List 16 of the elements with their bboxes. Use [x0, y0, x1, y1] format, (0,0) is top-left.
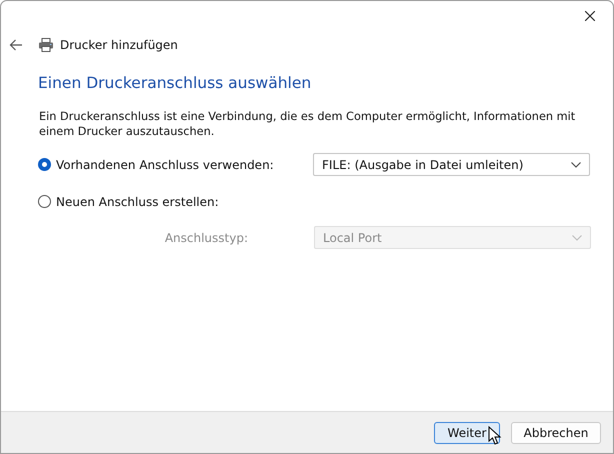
radio-option[interactable]: Vorhandenen Anschluss verwenden:	[38, 158, 313, 172]
dropdown[interactable]: FILE: (Ausgabe in Datei umleiten)	[313, 153, 590, 176]
mouse-pointer-icon	[488, 426, 502, 446]
printer-icon	[38, 37, 54, 53]
cancel-button[interactable]: Abbrechen	[511, 422, 601, 444]
next-button[interactable]: Weiter	[434, 422, 500, 444]
chevron-down-icon	[571, 162, 581, 168]
field-label: Anschlusstyp:	[164, 230, 249, 244]
radio-option[interactable]: Neuen Anschluss erstellen:	[38, 194, 313, 208]
back-arrow-icon	[8, 37, 24, 53]
page-heading: Einen Druckeranschluss auswählen	[38, 74, 312, 92]
back-button[interactable]	[8, 37, 24, 53]
chevron-down-icon	[572, 234, 582, 240]
description-text: Ein Druckeranschluss ist eine Verbindung, die es dem Computer ermöglicht, Informationen mit einem Drucker auszutauschen.	[39, 109, 576, 139]
close-icon	[585, 11, 595, 21]
window-title: Drucker hinzufügen	[60, 38, 178, 52]
